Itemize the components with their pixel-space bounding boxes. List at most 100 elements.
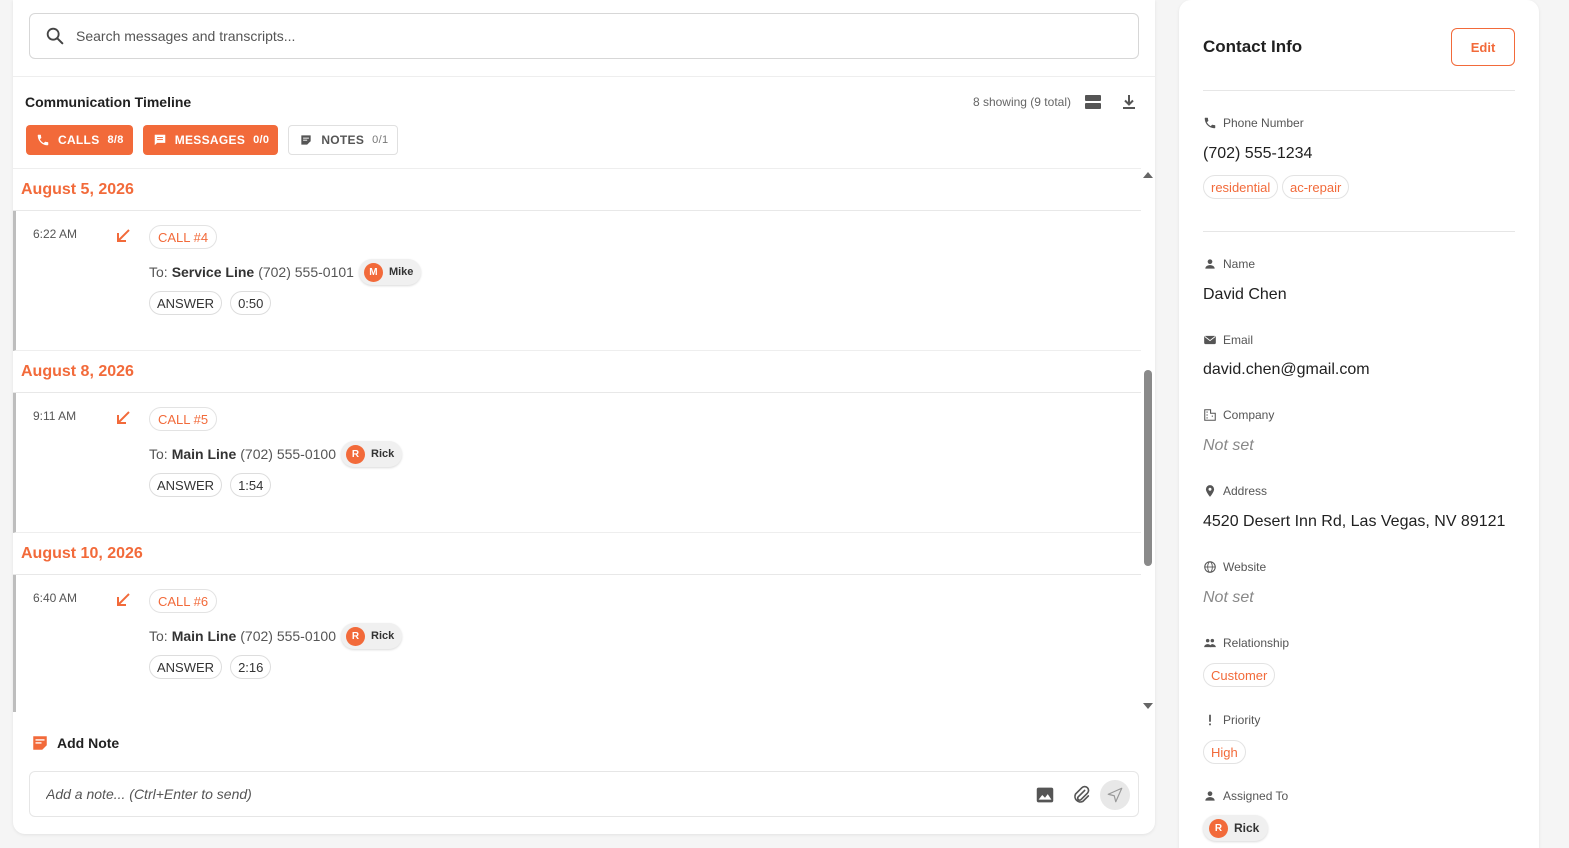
name-label-text: Name (1223, 257, 1256, 271)
email-icon (1204, 335, 1216, 345)
relationship-label: Relationship (1203, 636, 1289, 650)
call-number-tag[interactable]: CALL #6 (149, 589, 218, 613)
email-value[interactable]: david.chen@gmail.com (1203, 361, 1370, 379)
address-value: 4520 Desert Inn Rd, Las Vegas, NV 89121 (1203, 513, 1506, 530)
agent-name: Rick (371, 630, 395, 642)
download-icon[interactable] (1119, 92, 1139, 112)
assigned-agent-chip[interactable]: R Rick (1203, 815, 1269, 841)
company-label-text: Company (1223, 408, 1275, 422)
scroll-down-arrow[interactable] (1143, 703, 1153, 709)
divider (13, 76, 1155, 77)
filter-notes[interactable]: NOTES 0/1 (288, 125, 399, 155)
phone-icon (37, 134, 49, 146)
date-header: August 5, 2026 (13, 169, 1141, 211)
add-note-header: Add Note (31, 734, 119, 752)
call-tags: ANSWER 0:50 (149, 291, 272, 315)
filter-chips: CALLS 8/8 MESSAGES 0/0 NOTES 0/1 (26, 125, 399, 155)
agent-chip[interactable]: R Rick (341, 441, 403, 467)
email-label: Email (1203, 333, 1253, 347)
call-tags: ANSWER 2:16 (149, 655, 272, 679)
attach-icon[interactable] (1070, 784, 1092, 806)
location-pin-icon (1205, 485, 1215, 497)
contact-info-panel: Contact Info Edit Phone Number (702) 555… (1179, 0, 1539, 848)
people-icon (1204, 638, 1216, 648)
agent-chip[interactable]: R Rick (341, 623, 403, 649)
chat-icon (154, 134, 165, 146)
avatar: R (346, 444, 365, 464)
call-status-badge: ANSWER (149, 473, 223, 497)
line-name: Main Line (171, 446, 237, 462)
send-button[interactable] (1100, 780, 1130, 810)
assigned-agent-name: Rick (1234, 821, 1260, 835)
phone-icon (1204, 117, 1216, 129)
to-prefix: To: (149, 628, 168, 644)
call-tags: ANSWER 1:54 (149, 473, 272, 497)
email-label-text: Email (1223, 333, 1254, 347)
note-input[interactable] (46, 786, 1006, 802)
call-number-tag[interactable]: CALL #4 (149, 225, 218, 249)
incoming-call-arrow-icon (117, 411, 130, 424)
filter-calls[interactable]: CALLS 8/8 (26, 125, 133, 155)
filter-messages-count: 0/0 (253, 134, 270, 146)
assigned-label-text: Assigned To (1223, 789, 1289, 803)
assigned-label: Assigned To (1203, 789, 1288, 803)
call-entry[interactable]: 9:11 AM CALL #5 To: Main Line (702) 555-… (13, 393, 1141, 533)
search-input[interactable] (76, 28, 976, 44)
address-label: Address (1203, 484, 1267, 498)
call-time: 6:22 AM (33, 227, 78, 241)
add-note-title: Add Note (57, 735, 120, 751)
call-duration-badge: 2:16 (230, 655, 272, 679)
agent-chip[interactable]: M Mike (358, 259, 422, 285)
filter-calls-count: 8/8 (107, 134, 124, 146)
tag-residential[interactable]: residential (1203, 175, 1279, 199)
website-label-text: Website (1223, 560, 1267, 574)
scrollbar-thumb[interactable] (1144, 370, 1152, 566)
scroll-up-arrow[interactable] (1143, 172, 1153, 178)
website-value: Not set (1203, 589, 1254, 606)
call-time: 9:11 AM (33, 409, 77, 423)
date-header: August 10, 2026 (13, 533, 1141, 575)
address-label-text: Address (1223, 484, 1268, 498)
name-value: David Chen (1203, 286, 1287, 303)
date-header: August 8, 2026 (13, 351, 1141, 393)
note-add-icon (33, 736, 47, 750)
note-icon (301, 135, 311, 145)
call-status-badge: ANSWER (149, 655, 223, 679)
relationship-label-text: Relationship (1223, 636, 1290, 650)
search-icon (46, 27, 64, 45)
call-number-tag[interactable]: CALL #5 (149, 407, 218, 431)
filter-notes-label: NOTES (321, 133, 365, 147)
agent-name: Rick (371, 448, 395, 460)
timeline-title: Communication Timeline (25, 94, 192, 110)
person-icon (1205, 259, 1215, 269)
divider (1203, 231, 1515, 232)
globe-icon (1204, 561, 1216, 573)
relationship-value[interactable]: Customer (1203, 663, 1276, 687)
timeline-list[interactable]: August 5, 2026 6:22 AM CALL #4 To: Servi… (13, 168, 1141, 712)
image-icon[interactable] (1034, 784, 1056, 806)
building-icon (1204, 409, 1216, 421)
person-icon (1205, 791, 1215, 801)
line-number: (702) 555-0100 (240, 628, 336, 644)
filter-messages[interactable]: MESSAGES 0/0 (142, 125, 279, 155)
tag-ac-repair[interactable]: ac-repair (1282, 175, 1350, 199)
company-value: Not set (1203, 437, 1254, 454)
to-prefix: To: (149, 264, 168, 280)
line-number: (702) 555-0100 (240, 446, 336, 462)
note-composer[interactable] (29, 771, 1139, 817)
call-entry[interactable]: 6:22 AM CALL #4 To: Service Line (702) 5… (13, 211, 1141, 351)
name-label: Name (1203, 257, 1255, 271)
filter-messages-label: MESSAGES (174, 133, 246, 147)
search-bar[interactable] (29, 13, 1139, 59)
call-entry[interactable]: 6:40 AM CALL #6 To: Main Line (702) 555-… (13, 575, 1141, 712)
view-toggle-icon[interactable] (1083, 92, 1103, 112)
phone-label: Phone Number (1203, 116, 1304, 130)
line-number: (702) 555-0101 (258, 264, 354, 280)
priority-value[interactable]: High (1203, 740, 1246, 764)
phone-value[interactable]: (702) 555-1234 (1203, 145, 1312, 163)
edit-button[interactable]: Edit (1451, 28, 1515, 66)
call-destination: To: Main Line (702) 555-0100 R Rick (149, 623, 403, 649)
incoming-call-arrow-icon (117, 229, 130, 242)
call-destination: To: Service Line (702) 555-0101 M Mike (149, 259, 422, 285)
call-duration-badge: 1:54 (230, 473, 272, 497)
